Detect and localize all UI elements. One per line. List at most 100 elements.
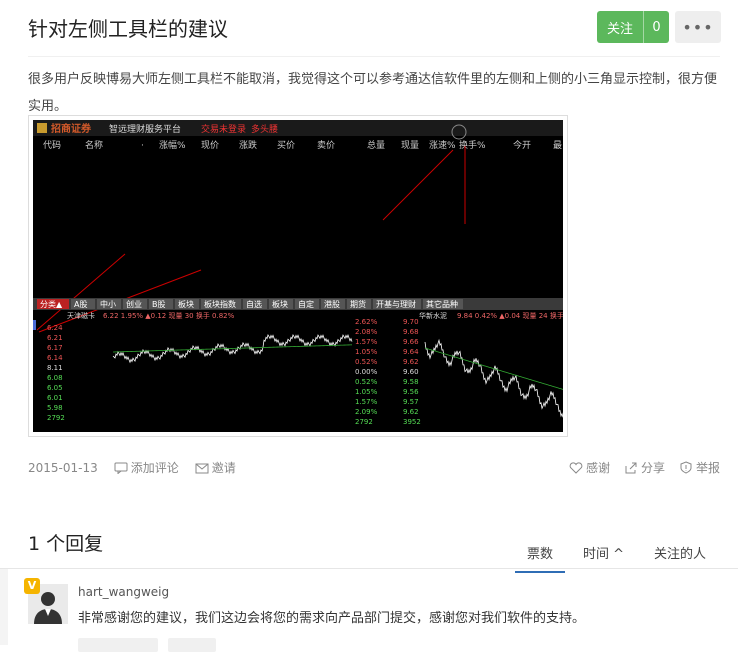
screenshot-tab: A股 [74, 300, 87, 309]
left-price-label: 6.08 [47, 374, 63, 382]
screenshot-tab: 板块指数 [204, 299, 236, 309]
screenshot-column-header: 现量 [401, 140, 419, 151]
reply-username[interactable]: hart_wangweig [78, 585, 169, 599]
right-price-line [424, 338, 563, 418]
replies-count-title: 1 个回复 [28, 533, 104, 555]
verified-badge: V [24, 578, 40, 594]
screenshot-column-header: 买价 [277, 140, 295, 151]
more-icon: ••• [682, 17, 714, 37]
more-button[interactable]: ••• [675, 11, 721, 43]
screenshot-tab: 板块 [272, 299, 288, 309]
invite-label: 邀请 [211, 461, 236, 475]
screenshot-column-header: 现价 [201, 140, 219, 151]
reply-text: 非常感谢您的建议，我们这边会将您的需求向产品部门提交，感谢您对我们软件的支持。 [78, 611, 586, 626]
screenshot-tab: 分类▲ [40, 299, 63, 309]
left-price-label: 6.14 [47, 354, 63, 362]
right-price-label: 9.70 [403, 318, 419, 326]
reply-action-button[interactable] [168, 638, 216, 652]
screenshot-column-header: 涨跌 [239, 140, 257, 151]
envelope-icon [195, 463, 209, 473]
left-price-label: 8.11 [47, 364, 63, 372]
left-pct-label: 0.52% [355, 358, 378, 366]
screenshot-tab: 开基与理财 [376, 299, 416, 309]
left-price-label: 6.17 [47, 344, 63, 352]
left-pct-label: 1.05% [355, 348, 378, 356]
follow-label: 关注 [606, 21, 633, 37]
screenshot-tab: 自定 [298, 299, 314, 309]
question-body: 很多用户反映博易大师左侧工具栏不能取消，我觉得这个可以参考通达信软件里的左侧和上… [28, 72, 718, 114]
screenshot-column-header: 最 [553, 140, 562, 151]
brand-text: 招商证券 [51, 122, 92, 135]
screenshot-column-header: 涨幅% [159, 139, 186, 151]
left-pct-label: 2.62% [355, 318, 378, 326]
comment-icon [114, 462, 128, 474]
screenshot-column-header: 代码 [43, 140, 61, 151]
left-pct-label: 1.05% [355, 388, 378, 396]
right-chart-name: 华新水泥 [419, 311, 447, 320]
left-pct-label: 2792 [355, 418, 373, 426]
question-actions: 感谢 分享 举报 [555, 459, 720, 476]
attached-screenshot[interactable]: 招商证券 智远理财服务平台 交易未登录 多头腰 代码 名称 · 涨幅% 现价 涨跌 买价 卖价… [28, 115, 568, 437]
screenshot-column-header: 换手% [459, 139, 486, 151]
divider [0, 568, 738, 569]
left-pct-label: 1.57% [355, 398, 378, 406]
report-button[interactable]: 举报 [679, 459, 720, 476]
follow-count: 0 [652, 19, 661, 35]
question-title: 针对左侧工具栏的建议 [28, 17, 228, 41]
platform-text: 智远理财服务平台 [109, 123, 181, 135]
screenshot-column-header: 今开 [513, 139, 531, 151]
screenshot-tab: 港股 [324, 299, 340, 309]
left-chart-name: 天津磁卡 [67, 311, 95, 320]
right-price-label: 9.57 [403, 398, 419, 406]
follow-button[interactable]: 关注 0 [597, 11, 669, 43]
right-price-label: 9.60 [403, 368, 419, 376]
right-price-label: 9.62 [403, 358, 419, 366]
screenshot-tab: 创业 [126, 299, 142, 309]
right-avg-line [424, 347, 563, 390]
right-chart-info: 9.84 0.42% ▲0.04 现量 24 换手 [457, 311, 563, 320]
shield-icon [680, 461, 692, 474]
left-gutter [0, 569, 8, 645]
left-price-label: 6.21 [47, 334, 63, 342]
screenshot-tab: 其它品种 [426, 299, 458, 309]
share-label: 分享 [640, 461, 665, 475]
left-price-label: 5.98 [47, 404, 63, 412]
share-button[interactable]: 分享 [624, 459, 665, 476]
left-price-label: 2792 [47, 414, 65, 422]
right-price-label: 9.56 [403, 388, 419, 396]
right-price-label: 3952 [403, 418, 421, 426]
right-price-label: 9.66 [403, 338, 419, 346]
left-price-label: 6.24 [47, 324, 63, 332]
divider [28, 56, 720, 57]
question-meta: 2015-01-13 添加评论 邀请 [28, 459, 252, 476]
report-label: 举报 [695, 461, 720, 475]
left-price-label: 6.01 [47, 394, 63, 402]
screenshot-column-header: 涨速% [429, 140, 456, 151]
left-chart-info: 6.22 1.95% ▲0.12 现量 30 换手 0.82% [103, 311, 235, 320]
thank-label: 感谢 [585, 461, 610, 475]
left-pct-label: 0.52% [355, 378, 378, 386]
left-price-label: 6.05 [47, 384, 63, 392]
thank-button[interactable]: 感谢 [569, 459, 610, 476]
left-pct-label: 1.57% [355, 338, 378, 346]
screenshot-tab: 中小 [100, 299, 116, 309]
invite-button[interactable]: 邀请 [195, 459, 236, 476]
heart-icon [569, 461, 583, 474]
left-pct-label: 2.08% [355, 328, 378, 336]
screenshot-tab: 板块 [178, 299, 194, 309]
add-comment-label: 添加评论 [130, 461, 179, 475]
trading-software-image: 招商证券 智远理财服务平台 交易未登录 多头腰 代码 名称 · 涨幅% 现价 涨跌 买价 卖价… [33, 120, 563, 432]
screenshot-tab: 自选 [246, 299, 262, 309]
right-price-label: 9.64 [403, 348, 419, 356]
screenshot-column-header: · [141, 141, 144, 151]
status2-text: 多头腰 [251, 123, 278, 135]
screenshot-tab: 期货 [350, 299, 366, 309]
add-comment-button[interactable]: 添加评论 [114, 459, 179, 476]
screenshot-tab: B股 [152, 300, 166, 309]
share-icon [625, 462, 637, 473]
reply-action-button[interactable] [78, 638, 158, 652]
right-price-label: 9.68 [403, 328, 419, 336]
left-pct-label: 2.09% [355, 408, 378, 416]
screenshot-column-header: 名称 [85, 139, 103, 151]
screenshot-column-header: 总量 [367, 139, 385, 151]
